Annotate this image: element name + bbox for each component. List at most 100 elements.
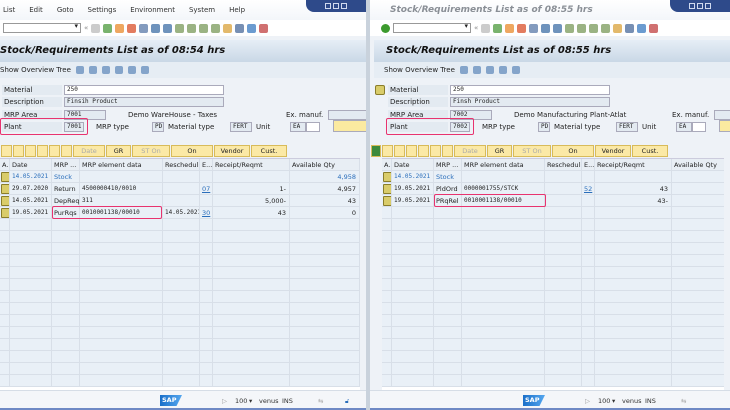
row-select-cell[interactable] [0,267,10,279]
menu-edit[interactable]: Edit [29,6,43,14]
info-button[interactable] [719,120,730,132]
sort-down-icon[interactable] [49,145,60,157]
on-button[interactable]: On [171,145,213,157]
command-field[interactable] [3,22,81,33]
cell-e[interactable] [200,195,213,207]
collapse-icon[interactable] [37,145,48,157]
material-detail-icon[interactable] [375,85,385,95]
column-header[interactable]: Date [10,159,52,171]
column-header[interactable]: Available Qty [672,159,730,171]
row-select-cell[interactable] [0,339,10,351]
row-select-cell[interactable] [0,243,10,255]
first-page-icon[interactable] [175,23,185,33]
details-icon[interactable] [1,172,9,182]
play-icon[interactable]: ▷ [222,397,227,405]
column-header[interactable]: Rescheduli... [545,159,582,171]
cust-button[interactable]: Cust. [632,145,668,157]
row-select-cell[interactable] [382,327,392,339]
table-row[interactable]: 19.05.2021 PldOrd 0000001755/STCK 52 43 [382,183,724,195]
maximize-icon[interactable] [333,3,339,9]
refresh-icon[interactable] [101,66,110,74]
show-overview-tree-button[interactable]: Show Overview Tree [0,66,71,74]
back-icon[interactable] [493,23,503,33]
date-button[interactable]: Date [73,145,105,157]
row-select-cell[interactable] [382,207,392,219]
export-icon[interactable] [498,66,507,74]
details-icon[interactable] [383,196,391,206]
st-on-button[interactable]: ST On [513,145,551,157]
column-header[interactable]: Receipt/Reqmt [595,159,672,171]
row-select-cell[interactable] [382,303,392,315]
find-icon[interactable] [151,23,161,33]
column-header[interactable]: A.. [0,159,10,171]
row-select-cell[interactable] [382,279,392,291]
user-icon[interactable] [88,66,97,74]
find-icon[interactable] [541,23,551,33]
row-select-cell[interactable] [382,363,392,375]
row-select-cell[interactable] [382,351,392,363]
row-select-cell[interactable] [0,375,10,387]
show-overview-tree-button[interactable]: Show Overview Tree [384,66,455,74]
collapse-icon[interactable]: « [474,24,478,32]
row-select-cell[interactable] [0,195,10,207]
find-next-icon[interactable] [163,23,173,33]
help-icon[interactable] [637,23,647,33]
column-header[interactable]: E... [200,159,213,171]
row-select-cell[interactable] [382,315,392,327]
sort-up-icon[interactable] [442,145,453,157]
row-select-cell[interactable] [0,363,10,375]
row-select-cell[interactable] [0,315,10,327]
lock-icon[interactable]: 🔓︎ [345,397,349,406]
insert-mode[interactable]: INS [282,397,293,405]
column-header[interactable]: MRP ... [434,159,462,171]
close-icon[interactable] [341,3,347,9]
prev-page-icon[interactable] [577,23,587,33]
cell-e[interactable]: 30 [200,207,213,219]
row-select-cell[interactable] [0,219,10,231]
row-select-cell[interactable] [382,183,392,195]
menu-system[interactable]: System [189,6,215,14]
row-select-cell[interactable] [0,255,10,267]
row-select-cell[interactable] [0,207,10,219]
unit-extra-field[interactable] [306,122,320,132]
column-header[interactable]: MRP element data [462,159,545,171]
layout-settings-icon[interactable] [511,66,520,74]
user-icon[interactable] [459,66,468,74]
details-icon[interactable] [382,145,393,157]
minimize-icon[interactable] [325,3,331,9]
row-select-cell[interactable] [382,231,392,243]
maximize-icon[interactable] [697,3,703,9]
exit-icon[interactable] [115,23,125,33]
row-select-cell[interactable] [382,339,392,351]
shortcut-icon[interactable] [625,23,635,33]
details-icon[interactable] [383,172,391,182]
exit-icon[interactable] [505,23,515,33]
menu-settings[interactable]: Settings [88,6,117,14]
last-page-icon[interactable] [211,23,221,33]
collapse-icon[interactable]: « [84,24,88,32]
zoom-level[interactable]: 100 [598,397,610,405]
layout-icon[interactable] [649,23,659,33]
cancel-icon[interactable] [127,23,137,33]
date-button[interactable]: Date [454,145,486,157]
column-header[interactable]: Available Qty [290,159,360,171]
cell-e[interactable] [582,171,595,183]
play-icon[interactable]: ▷ [585,397,590,405]
next-page-icon[interactable] [589,23,599,33]
minimize-icon[interactable] [689,3,695,9]
sort-down-icon[interactable] [430,145,441,157]
table-row[interactable]: 29.07.2020 Return 4500000410/0010 07 1- 4,957 [0,183,360,195]
settings-icon[interactable]: ⇆ [318,397,323,405]
row-select-cell[interactable] [382,375,392,387]
row-select-cell[interactable] [382,243,392,255]
row-select-cell[interactable] [382,267,392,279]
export-icon[interactable] [127,66,136,74]
chevron-down-icon[interactable]: ▾ [612,397,615,405]
prev-page-icon[interactable] [187,23,197,33]
info-button[interactable] [333,120,366,132]
first-page-icon[interactable] [565,23,575,33]
row-select-cell[interactable] [0,171,10,183]
row-select-cell[interactable] [0,291,10,303]
row-select-cell[interactable] [382,195,392,207]
layout-icon[interactable] [259,23,269,33]
